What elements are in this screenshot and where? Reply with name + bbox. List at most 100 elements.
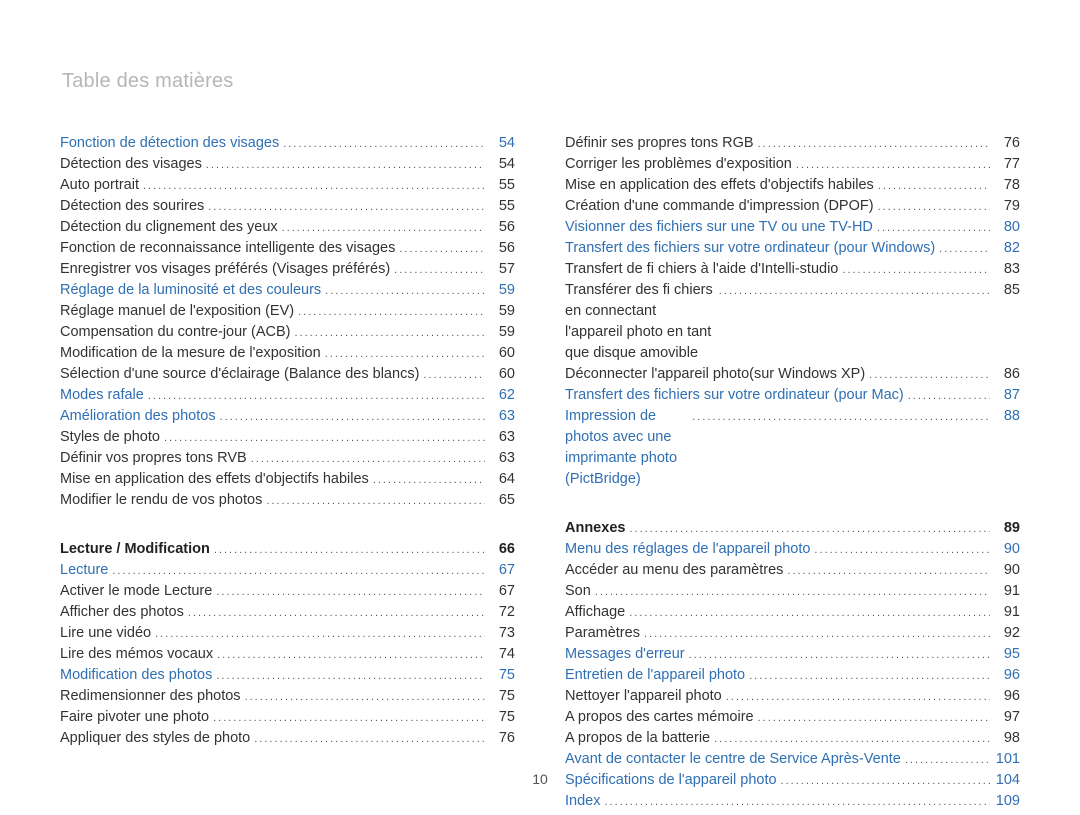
toc-entry-label: Redimensionner des photos [60, 686, 241, 707]
toc-entry[interactable]: Détection du clignement des yeux56 [60, 217, 515, 238]
toc-entry-page: 74 [489, 644, 515, 665]
toc-entry[interactable]: Styles de photo63 [60, 427, 515, 448]
toc-leader-dots [164, 427, 485, 448]
toc-entry[interactable]: Messages d'erreur95 [565, 644, 1020, 665]
toc-entry-label: Afficher des photos [60, 602, 184, 623]
toc-entry[interactable]: Accéder au menu des paramètres 90 [565, 560, 1020, 581]
toc-entry[interactable]: Lire des mémos vocaux74 [60, 644, 515, 665]
toc-entry[interactable]: Son91 [565, 581, 1020, 602]
toc-entry[interactable]: Modes rafale62 [60, 385, 515, 406]
toc-entry[interactable]: Sélection d'une source d'éclairage (Bala… [60, 364, 515, 385]
toc-entry[interactable]: Transfert de fi chiers à l'aide d'Intell… [565, 259, 1020, 280]
toc-entry-page: 101 [994, 749, 1020, 770]
toc-entry-page: 92 [994, 623, 1020, 644]
toc-entry[interactable]: Création d'une commande d'impression (DP… [565, 196, 1020, 217]
toc-entry[interactable]: Auto portrait55 [60, 175, 515, 196]
toc-entry[interactable]: Détection des visages54 [60, 154, 515, 175]
toc-entry[interactable]: Appliquer des styles de photo76 [60, 728, 515, 749]
toc-page: Table des matières Fonction de détection… [0, 0, 1080, 815]
page-number: 10 [0, 771, 1080, 787]
toc-leader-dots [878, 175, 990, 196]
toc-entry[interactable]: Transférer des fi chiers en connectant l… [565, 280, 1020, 364]
toc-entry[interactable]: Afficher des photos 72 [60, 602, 515, 623]
toc-entry-page: 62 [489, 385, 515, 406]
toc-entry-label: Avant de contacter le centre de Service … [565, 749, 901, 770]
toc-entry-label: Entretien de l'appareil photo [565, 665, 745, 686]
toc-entry[interactable]: Compensation du contre-jour (ACB)59 [60, 322, 515, 343]
toc-entry[interactable]: Modifier le rendu de vos photos65 [60, 490, 515, 511]
toc-entry-page: 72 [489, 602, 515, 623]
toc-entry[interactable]: Menu des réglages de l'appareil photo90 [565, 539, 1020, 560]
toc-leader-dots [726, 686, 990, 707]
toc-entry[interactable]: Avant de contacter le centre de Service … [565, 749, 1020, 770]
toc-entry-label: Lecture [60, 560, 108, 581]
toc-entry[interactable]: Affichage91 [565, 602, 1020, 623]
toc-entry[interactable]: Réglage manuel de l'exposition (EV)59 [60, 301, 515, 322]
toc-entry-label: Amélioration des photos [60, 406, 216, 427]
toc-entry-page: 90 [994, 560, 1020, 581]
toc-entry[interactable]: Lecture67 [60, 560, 515, 581]
toc-entry[interactable]: A propos des cartes mémoire97 [565, 707, 1020, 728]
toc-entry[interactable]: Nettoyer l'appareil photo96 [565, 686, 1020, 707]
toc-entry[interactable]: Fonction de détection des visages54 [60, 133, 515, 154]
toc-entry[interactable]: Définir ses propres tons RGB76 [565, 133, 1020, 154]
toc-entry[interactable]: Paramètres92 [565, 623, 1020, 644]
toc-entry[interactable]: Lecture / Modification 66 [60, 539, 515, 560]
toc-leader-dots [217, 644, 485, 665]
toc-entry[interactable]: Faire pivoter une photo75 [60, 707, 515, 728]
toc-leader-dots [689, 644, 990, 665]
toc-entry[interactable]: Index109 [565, 791, 1020, 812]
toc-leader-dots [595, 581, 990, 602]
toc-entry[interactable]: Transfert des fichiers sur votre ordinat… [565, 385, 1020, 406]
toc-entry-page: 59 [489, 301, 515, 322]
toc-columns: Fonction de détection des visages54Détec… [60, 133, 1020, 812]
toc-entry-page: 55 [489, 175, 515, 196]
toc-leader-dots [908, 385, 990, 406]
toc-entry[interactable]: Définir vos propres tons RVB63 [60, 448, 515, 469]
toc-entry[interactable]: Amélioration des photos63 [60, 406, 515, 427]
toc-entry[interactable]: Enregistrer vos visages préférés (Visage… [60, 259, 515, 280]
toc-entry[interactable]: Déconnecter l'appareil photo(sur Windows… [565, 364, 1020, 385]
toc-entry[interactable]: Transfert des fichiers sur votre ordinat… [565, 238, 1020, 259]
toc-entry-label: Lire une vidéo [60, 623, 151, 644]
toc-entry-label: Lecture / Modification [60, 539, 210, 560]
toc-entry-page: 66 [489, 539, 515, 560]
toc-entry[interactable]: Réglage de la luminosité et des couleurs… [60, 280, 515, 301]
toc-entry[interactable]: Détection des sourires55 [60, 196, 515, 217]
toc-entry-label: Sélection d'une source d'éclairage (Bala… [60, 364, 419, 385]
toc-entry-label: Définir ses propres tons RGB [565, 133, 754, 154]
toc-entry-label: Fonction de détection des visages [60, 133, 279, 154]
toc-leader-dots [206, 154, 485, 175]
toc-entry[interactable]: Visionner des fichiers sur une TV ou une… [565, 217, 1020, 238]
toc-entry[interactable]: Impression de photos avec une imprimante… [565, 406, 1020, 490]
toc-leader-dots [877, 217, 990, 238]
toc-entry[interactable]: Annexes89 [565, 518, 1020, 539]
toc-leader-dots [758, 133, 990, 154]
toc-leader-dots [869, 364, 990, 385]
toc-leader-dots [905, 749, 990, 770]
toc-entry[interactable]: Activer le mode Lecture67 [60, 581, 515, 602]
toc-leader-dots [155, 623, 485, 644]
toc-entry-page: 75 [489, 707, 515, 728]
toc-entry-page: 59 [489, 280, 515, 301]
toc-entry-label: Menu des réglages de l'appareil photo [565, 539, 810, 560]
toc-leader-dots [796, 154, 990, 175]
toc-entry-page: 79 [994, 196, 1020, 217]
toc-entry-label: A propos de la batterie [565, 728, 710, 749]
toc-entry[interactable]: Fonction de reconnaissance intelligente … [60, 238, 515, 259]
toc-entry-label: Accéder au menu des paramètres [565, 560, 783, 581]
toc-entry[interactable]: A propos de la batterie98 [565, 728, 1020, 749]
toc-entry[interactable]: Entretien de l'appareil photo96 [565, 665, 1020, 686]
toc-entry[interactable]: Modification des photos75 [60, 665, 515, 686]
toc-entry-page: 78 [994, 175, 1020, 196]
toc-leader-dots [692, 406, 990, 427]
toc-entry[interactable]: Corriger les problèmes d'exposition77 [565, 154, 1020, 175]
toc-entry[interactable]: Modification de la mesure de l'expositio… [60, 343, 515, 364]
toc-entry-page: 97 [994, 707, 1020, 728]
toc-entry-label: Modifier le rendu de vos photos [60, 490, 262, 511]
toc-entry[interactable]: Mise en application des effets d'objecti… [60, 469, 515, 490]
toc-entry[interactable]: Redimensionner des photos75 [60, 686, 515, 707]
toc-entry[interactable]: Lire une vidéo73 [60, 623, 515, 644]
toc-entry-page: 59 [489, 322, 515, 343]
toc-entry[interactable]: Mise en application des effets d'objecti… [565, 175, 1020, 196]
